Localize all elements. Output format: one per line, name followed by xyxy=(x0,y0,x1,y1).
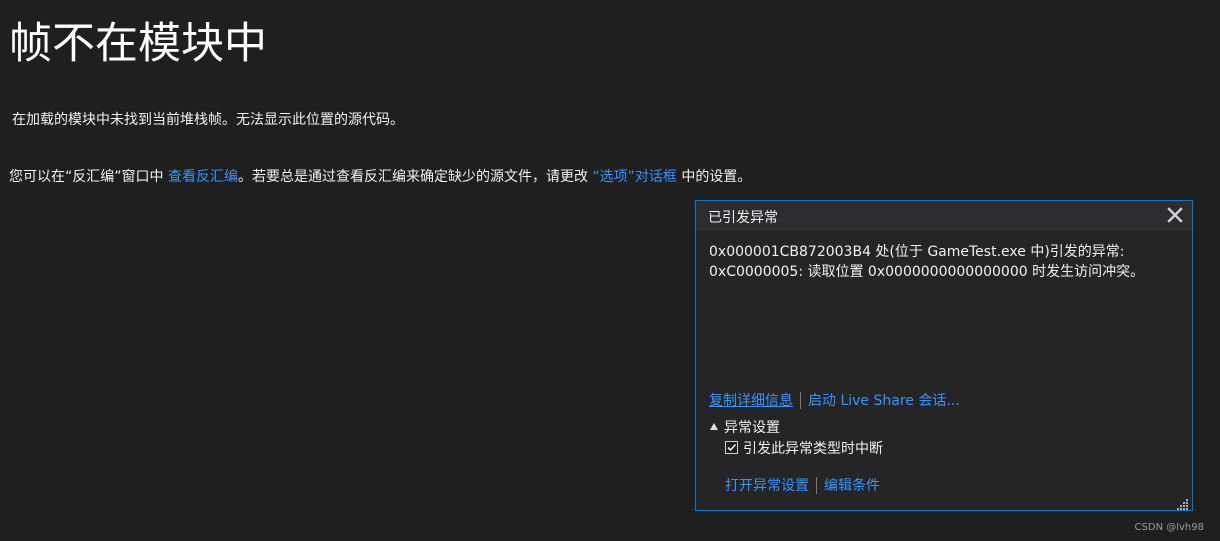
settings-links: 打开异常设置 编辑条件 xyxy=(725,476,880,496)
exception-popup: 已引发异常 0x000001CB872003B4 处(位于 GameTest.e… xyxy=(695,200,1193,511)
options-dialog-link[interactable]: “选项”对话框 xyxy=(592,169,677,185)
link-separator xyxy=(800,391,801,409)
open-exception-settings-link[interactable]: 打开异常设置 xyxy=(725,478,809,494)
resize-grip-icon[interactable] xyxy=(1177,495,1189,510)
hint-middle: 。若要总是通过查看反汇编来确定缺少的源文件，请更改 xyxy=(237,169,593,185)
exception-message: 0x000001CB872003B4 处(位于 GameTest.exe 中)引… xyxy=(709,242,1179,282)
break-on-exception-checkbox[interactable] xyxy=(725,440,738,454)
exception-settings-toggle[interactable]: 异常设置 xyxy=(710,418,780,438)
exception-popup-title: 已引发异常 xyxy=(708,210,778,226)
break-on-exception-row: 引发此异常类型时中断 xyxy=(725,439,883,459)
exception-settings-label: 异常设置 xyxy=(724,420,780,436)
hint-suffix: 中的设置。 xyxy=(676,169,752,185)
watermark: CSDN @lvh98 xyxy=(1134,522,1204,533)
action-links: 复制详细信息 启动 Live Share 会话... xyxy=(709,391,960,411)
close-icon[interactable] xyxy=(1164,204,1186,226)
view-disassembly-link[interactable]: 查看反汇编 xyxy=(168,169,238,185)
collapse-triangle-icon xyxy=(710,423,718,430)
copy-details-link[interactable]: 复制详细信息 xyxy=(709,393,793,409)
hint-prefix: 您可以在“反汇编”窗口中 xyxy=(9,169,168,185)
edit-conditions-link[interactable]: 编辑条件 xyxy=(824,478,880,494)
not-found-message: 在加载的模块中未找到当前堆栈帧。无法显示此位置的源代码。 xyxy=(12,112,404,128)
exception-popup-header: 已引发异常 xyxy=(696,201,1192,231)
page-title: 帧不在模块中 xyxy=(9,19,267,69)
break-on-exception-label: 引发此异常类型时中断 xyxy=(743,441,883,457)
start-live-share-link[interactable]: 启动 Live Share 会话... xyxy=(808,393,960,409)
disassembly-hint: 您可以在“反汇编”窗口中 查看反汇编。若要总是通过查看反汇编来确定缺少的源文件，… xyxy=(9,167,751,187)
exception-message-line1: 0x000001CB872003B4 处(位于 GameTest.exe 中)引… xyxy=(709,244,1125,260)
exception-message-line2: 0xC0000005: 读取位置 0x0000000000000000 时发生访… xyxy=(709,264,1145,280)
link-separator xyxy=(816,476,817,494)
